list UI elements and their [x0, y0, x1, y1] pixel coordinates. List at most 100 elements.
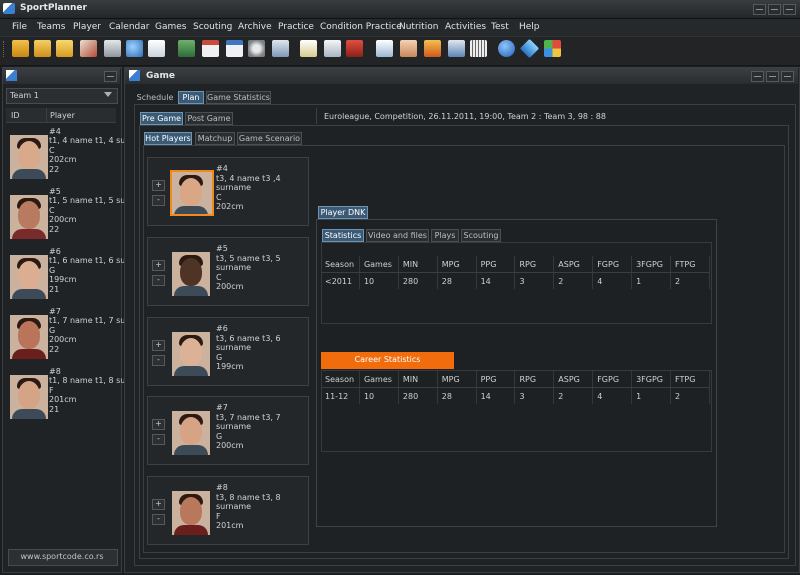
folder-yellow-icon[interactable]: [56, 40, 73, 57]
minus-button[interactable]: -: [152, 434, 165, 445]
tab-statistics[interactable]: Statistics: [322, 229, 364, 242]
minus-button[interactable]: -: [152, 514, 165, 525]
menu-games[interactable]: Games: [155, 22, 186, 32]
game-panel-icon: [129, 70, 140, 81]
team-panel-icon: [6, 70, 17, 81]
player-position: G: [49, 265, 56, 275]
career-statistics-label: Career Statistics: [321, 352, 454, 369]
list-item[interactable]: #7 t1, 7 name t1, 7 su G 200cm 22: [6, 304, 125, 362]
table-cell: 280: [398, 387, 438, 404]
tab-plays[interactable]: Plays: [431, 229, 459, 242]
tab-post-game[interactable]: Post Game: [185, 112, 233, 125]
close-button[interactable]: [783, 4, 796, 15]
col-header: 3FGPG: [631, 371, 672, 388]
hot-player-card[interactable]: + - #7 t3, 7 name t3, 7 surname G 200cm: [147, 396, 309, 465]
menu-nutrition[interactable]: Nutrition: [399, 22, 438, 32]
keyboard-icon[interactable]: [272, 40, 289, 57]
pool-icon[interactable]: [448, 40, 465, 57]
menu-scouting[interactable]: Scouting: [193, 22, 232, 32]
minus-button[interactable]: -: [152, 355, 165, 366]
game-minimize-button[interactable]: [751, 71, 764, 82]
table-row[interactable]: 11-12 10 280 28 14 3 2 4 1 2: [321, 387, 710, 404]
folder-icon[interactable]: [34, 40, 51, 57]
notes-icon[interactable]: [300, 40, 317, 57]
edit-icon[interactable]: [80, 40, 97, 57]
tab-schedule[interactable]: Schedule: [134, 91, 176, 104]
player-name: t1, 6 name t1, 6 su: [49, 256, 126, 266]
menu-archive[interactable]: Archive: [238, 22, 272, 32]
plus-button[interactable]: +: [152, 499, 165, 510]
team-panel-minimize-button[interactable]: [104, 71, 117, 82]
menu-activities[interactable]: Activities: [445, 22, 486, 32]
document-icon[interactable]: [148, 40, 165, 57]
tab-matchup[interactable]: Matchup: [195, 132, 235, 145]
hot-player-card[interactable]: + - #4 t3, 4 name t3 ,4 surname C 202cm: [147, 157, 309, 226]
minus-button[interactable]: -: [152, 275, 165, 286]
menu-player[interactable]: Player: [73, 22, 101, 32]
plus-button[interactable]: +: [152, 260, 165, 271]
menu-calendar[interactable]: Calendar: [109, 22, 149, 32]
player-height: 201cm: [216, 521, 244, 531]
barcode-icon[interactable]: [470, 40, 487, 57]
list-item[interactable]: #8 t1, 8 name t1, 8 su F 201cm 21: [6, 364, 125, 422]
table-cell: 2: [553, 387, 594, 404]
table-row[interactable]: <2011 10 280 28 14 3 2 4 1 2: [321, 272, 710, 289]
col-header: Season: [321, 256, 360, 273]
col-header: MPG: [437, 371, 477, 388]
minimize-button[interactable]: [753, 4, 766, 15]
plus-button[interactable]: +: [152, 180, 165, 191]
menu-test[interactable]: Test: [491, 22, 509, 32]
hands-icon[interactable]: [400, 40, 417, 57]
calendar-icon[interactable]: [202, 40, 219, 57]
chevron-down-icon[interactable]: [104, 92, 112, 97]
colors-icon[interactable]: [544, 40, 561, 57]
menu-condition-practice[interactable]: Condition Practice: [320, 22, 402, 32]
table-cell: 14: [476, 272, 516, 289]
col-header: FTPG: [670, 371, 710, 388]
checklist-icon[interactable]: [376, 40, 393, 57]
tab-hot-players[interactable]: Hot Players: [144, 132, 192, 145]
menu-practice[interactable]: Practice: [278, 22, 314, 32]
player-surname: surname: [216, 502, 252, 512]
game-info: Euroleague, Competition, 26.11.2011, 19:…: [324, 112, 606, 121]
tab-game-scenario[interactable]: Game Scenario: [237, 132, 302, 145]
menu-teams[interactable]: Teams: [37, 22, 65, 32]
tab-player-detail[interactable]: Player DNK: [318, 206, 368, 219]
menu-help[interactable]: Help: [519, 22, 540, 32]
tab-plan[interactable]: Plan: [178, 91, 204, 104]
list-item[interactable]: #5 t1, 5 name t1, 5 su C 200cm 22: [6, 184, 125, 242]
list-item[interactable]: #4 t1, 4 name t1, 4 su C 202cm 22: [6, 124, 125, 182]
toolbar-grip: [3, 41, 7, 57]
list-item[interactable]: #6 t1, 6 name t1, 6 su G 199cm 21: [6, 244, 125, 302]
hot-player-card[interactable]: + - #6 t3, 6 name t3, 6 surname G 199cm: [147, 317, 309, 386]
tab-video-and-files[interactable]: Video and files: [366, 229, 429, 242]
table-cell: 4: [592, 387, 633, 404]
print-icon[interactable]: [104, 40, 121, 57]
help-icon[interactable]: [498, 40, 515, 57]
maximize-button[interactable]: [768, 4, 781, 15]
calendar-grid-icon[interactable]: [226, 40, 243, 57]
minus-button[interactable]: -: [152, 195, 165, 206]
plus-button[interactable]: +: [152, 419, 165, 430]
hot-player-card[interactable]: + - #5 t3, 5 name t3, 5 surname C 200cm: [147, 237, 309, 306]
stats-icon[interactable]: [424, 40, 441, 57]
menu-file[interactable]: File: [12, 22, 27, 32]
bicycle-icon[interactable]: [248, 40, 265, 57]
col-header: Season: [321, 371, 360, 388]
game-panel-header: [125, 68, 798, 84]
preview-icon[interactable]: [126, 40, 143, 57]
hot-player-card[interactable]: + - #8 t3, 8 name t3, 8 surname F 201cm: [147, 476, 309, 545]
tab-pre-game[interactable]: Pre Game: [140, 112, 183, 125]
table-header-row: Season Games MIN MPG PPG RPG ASPG FGPG 3…: [321, 256, 710, 273]
game-maximize-button[interactable]: [766, 71, 779, 82]
tab-game-statistics[interactable]: Game Statistics: [206, 91, 271, 104]
player-age: 22: [49, 224, 60, 234]
list-icon[interactable]: [346, 40, 363, 57]
image-icon[interactable]: [178, 40, 195, 57]
player-number: #8: [216, 483, 228, 492]
clipboard-icon[interactable]: [324, 40, 341, 57]
open-folder-icon[interactable]: [12, 40, 29, 57]
tab-scouting[interactable]: Scouting: [461, 229, 501, 242]
plus-button[interactable]: +: [152, 340, 165, 351]
game-close-button[interactable]: [781, 71, 794, 82]
